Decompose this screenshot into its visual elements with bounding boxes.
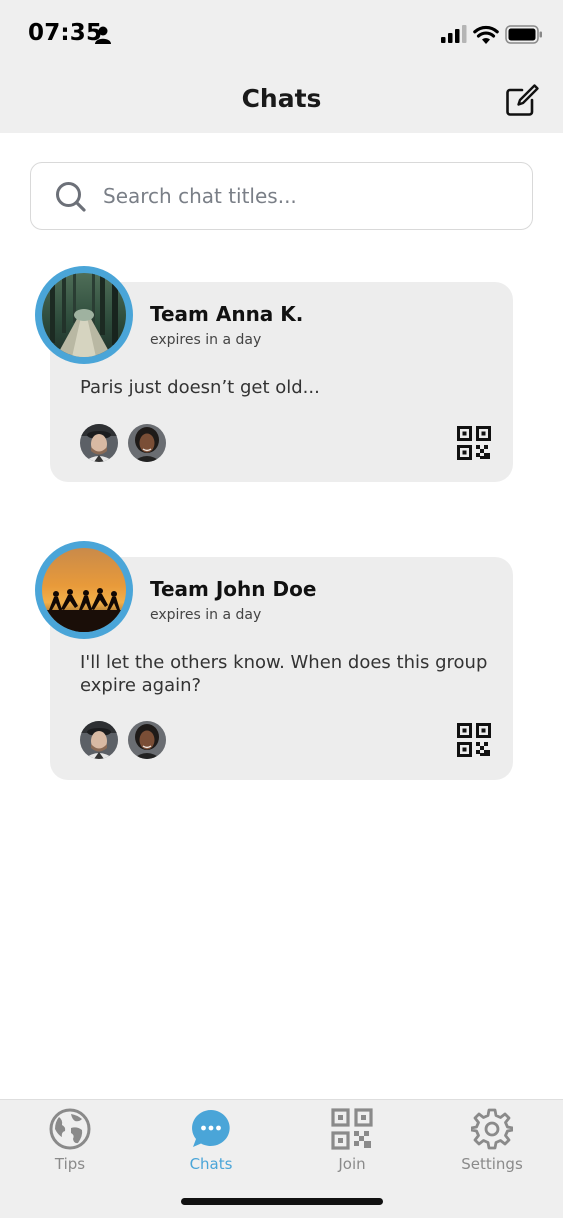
member-avatar-woman[interactable] [128,424,166,462]
qr-code-icon[interactable] [457,426,491,460]
tab-label: Settings [461,1155,523,1173]
qr-code-icon[interactable] [457,723,491,757]
member-avatar-man[interactable] [80,721,118,759]
chat-last-message: Paris just doesn’t get old... [80,377,320,398]
person-icon [95,26,111,44]
home-indicator[interactable] [181,1198,383,1205]
chat-last-message: I'll let the others know. When does this… [80,652,488,696]
status-bar: 07:35 [0,0,563,66]
tab-label: Tips [54,1155,86,1173]
chat-title: Team Anna K. [150,302,304,326]
tab-join[interactable]: Join [292,1108,412,1178]
compose-icon[interactable] [504,82,540,118]
chat-expiry: expires in a day [150,607,262,623]
tab-chats[interactable]: Chats [151,1108,271,1178]
nav-bar: Chats [0,66,563,133]
status-time: 07:35 [28,20,103,46]
search-box[interactable] [30,162,533,230]
gear-icon [471,1108,513,1150]
wifi-icon [473,25,499,44]
search-input[interactable] [103,177,503,215]
tab-label: Chats [189,1155,233,1173]
tab-tips[interactable]: Tips [10,1108,130,1178]
chat-bubble-icon [192,1110,230,1147]
member-avatars [80,424,166,462]
chat-avatar[interactable] [35,266,133,364]
chat-title: Team John Doe [150,577,317,601]
globe-icon [49,1108,91,1150]
tab-settings[interactable]: Settings [432,1108,552,1178]
search-icon [56,182,86,212]
page-title: Chats [241,84,322,113]
qr-code-icon [331,1108,373,1150]
signal-icon [441,25,467,43]
member-avatar-man[interactable] [80,424,118,462]
member-avatar-woman[interactable] [128,721,166,759]
tab-label: Join [338,1155,366,1173]
member-avatars [80,721,166,759]
chat-expiry: expires in a day [150,332,262,348]
chat-avatar[interactable] [35,541,133,639]
battery-icon [505,25,542,44]
